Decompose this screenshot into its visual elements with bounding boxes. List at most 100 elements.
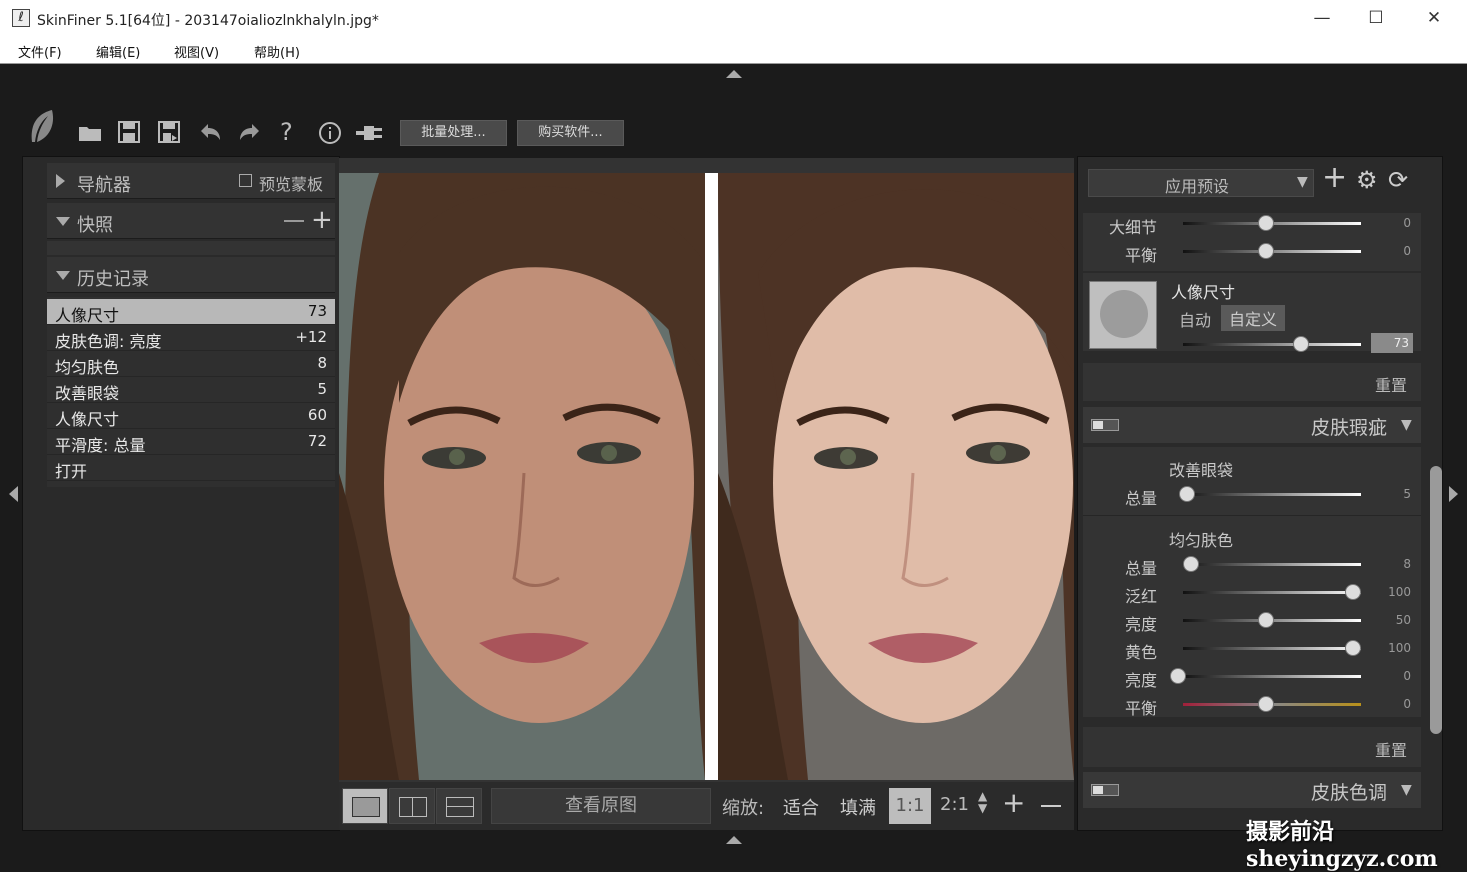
zoom-stepper-icon[interactable]: ▲ ▼ bbox=[978, 790, 987, 814]
portrait-size-knob[interactable] bbox=[1293, 336, 1309, 352]
menu-view[interactable]: 视图(V) bbox=[174, 42, 219, 61]
add-preset-icon[interactable]: + bbox=[1322, 163, 1347, 193]
brightness2-knob[interactable] bbox=[1170, 668, 1186, 684]
balance2-knob[interactable] bbox=[1258, 696, 1274, 712]
collapse-left-arrow-icon[interactable] bbox=[9, 486, 18, 502]
history-item[interactable]: 均匀肤色 8 bbox=[47, 351, 335, 377]
blemish-reset-row: 重置 bbox=[1083, 727, 1421, 767]
preview-mask-checkbox[interactable] bbox=[239, 174, 252, 187]
skin-blemish-title: 皮肤瑕疵 bbox=[1311, 417, 1388, 439]
right-panel-scrollbar[interactable] bbox=[1430, 466, 1442, 734]
brightness-knob[interactable] bbox=[1258, 612, 1274, 628]
eyebag-total-knob[interactable] bbox=[1179, 486, 1195, 502]
collapse-triangle-icon bbox=[56, 217, 70, 226]
view-original-button[interactable]: 查看原图 bbox=[491, 788, 711, 824]
preview-mask-label: 预览蒙板 bbox=[259, 175, 324, 194]
gear-icon[interactable]: ⚙ bbox=[1356, 167, 1378, 193]
window-title: SkinFiner 5.1[64位] - 203147oialiozlnkhal… bbox=[37, 13, 379, 29]
even-total-knob[interactable] bbox=[1183, 556, 1199, 572]
zoom-out-icon[interactable] bbox=[1041, 805, 1061, 807]
plugin-icon[interactable] bbox=[356, 124, 384, 146]
collapse-top-arrow-icon[interactable] bbox=[726, 70, 742, 78]
big-detail-label: 大细节 bbox=[1109, 218, 1158, 237]
history-item[interactable]: 人像尺寸 73 bbox=[47, 299, 335, 325]
refresh-icon[interactable]: ⟳ bbox=[1388, 167, 1408, 193]
logo-feather-icon bbox=[26, 108, 58, 146]
close-button[interactable]: ✕ bbox=[1414, 4, 1454, 32]
batch-process-button[interactable]: 批量处理... bbox=[400, 120, 507, 146]
remove-snapshot-icon[interactable] bbox=[284, 220, 304, 222]
even-total-track[interactable] bbox=[1183, 563, 1361, 566]
add-snapshot-icon[interactable]: + bbox=[311, 207, 333, 233]
reset-button[interactable]: 重置 bbox=[1375, 372, 1407, 396]
menu-edit[interactable]: 编辑(E) bbox=[96, 42, 140, 61]
snapshot-header[interactable]: 快照 + bbox=[47, 203, 335, 239]
balance-knob[interactable] bbox=[1258, 243, 1274, 259]
zoom-1-1-button[interactable]: 1:1 bbox=[889, 788, 931, 824]
zoom-2-1-button[interactable]: 2:1 bbox=[940, 794, 969, 815]
section-toggle[interactable] bbox=[1091, 784, 1119, 796]
zoom-in-icon[interactable]: + bbox=[1002, 786, 1025, 819]
custom-button[interactable]: 自定义 bbox=[1221, 305, 1286, 331]
snapshot-label: 快照 bbox=[77, 215, 113, 236]
reset-button[interactable]: 重置 bbox=[1375, 737, 1407, 761]
split-vertical-view-button[interactable] bbox=[389, 788, 435, 824]
portrait-thumbnail bbox=[1089, 281, 1157, 349]
menu-file[interactable]: 文件(F) bbox=[18, 42, 62, 61]
preset-dropdown[interactable]: 应用预设 ▼ bbox=[1088, 169, 1314, 197]
menu-bar: 文件(F) 编辑(E) 视图(V) 帮助(H) bbox=[0, 36, 1467, 64]
redness-track[interactable] bbox=[1183, 591, 1361, 594]
brightness2-track[interactable] bbox=[1183, 675, 1361, 678]
menu-help[interactable]: 帮助(H) bbox=[254, 42, 300, 61]
eyebag-total-track[interactable] bbox=[1183, 493, 1361, 496]
history-item[interactable]: 人像尺寸 60 bbox=[47, 403, 335, 429]
undo-icon[interactable] bbox=[198, 122, 222, 146]
single-view-button[interactable] bbox=[342, 788, 388, 824]
collapse-right-arrow-icon[interactable] bbox=[1449, 486, 1458, 502]
help-icon[interactable]: ? bbox=[280, 118, 293, 146]
open-folder-icon[interactable] bbox=[78, 122, 102, 146]
zoom-fill-button[interactable]: 填满 bbox=[840, 794, 876, 820]
portrait-size-value[interactable]: 73 bbox=[1371, 333, 1413, 353]
history-item[interactable]: 改善眼袋 5 bbox=[47, 377, 335, 403]
leaf-icon: ℓ bbox=[12, 9, 30, 27]
portrait-size-track[interactable] bbox=[1183, 343, 1361, 346]
yellow-knob[interactable] bbox=[1345, 640, 1361, 656]
section-toggle[interactable] bbox=[1091, 419, 1119, 431]
navigator-label: 导航器 bbox=[77, 175, 131, 196]
auto-button[interactable]: 自动 bbox=[1179, 307, 1211, 331]
eyebag-label: 改善眼袋 bbox=[1169, 461, 1234, 480]
info-icon[interactable] bbox=[318, 121, 342, 149]
even-total-value: 8 bbox=[1403, 557, 1411, 571]
save-as-icon[interactable] bbox=[158, 121, 180, 147]
skin-blemish-section: 改善眼袋 总量 5 均匀肤色 总量 8 泛红 100 亮度 50 黄色 100 … bbox=[1083, 447, 1421, 718]
navigator-header[interactable]: 导航器 预览蒙板 bbox=[47, 163, 335, 199]
title-bar: ℓ SkinFiner 5.1[64位] - 203147oialiozlnkh… bbox=[0, 0, 1467, 36]
split-horizontal-view-button[interactable] bbox=[436, 788, 482, 824]
split-divider[interactable] bbox=[705, 173, 718, 780]
maximize-button[interactable]: ☐ bbox=[1356, 4, 1396, 32]
buy-software-button[interactable]: 购买软件... bbox=[517, 120, 624, 146]
history-list: 人像尺寸 73 皮肤色调: 亮度 +12 均匀肤色 8 改善眼袋 5 人像尺寸 60 平滑… bbox=[47, 297, 335, 487]
save-icon[interactable] bbox=[118, 121, 140, 147]
portrait-reset-row: 重置 bbox=[1083, 363, 1421, 401]
history-item[interactable]: 皮肤色调: 亮度 +12 bbox=[47, 325, 335, 351]
yellow-track[interactable] bbox=[1183, 647, 1361, 650]
skin-blemish-header[interactable]: 皮肤瑕疵 ▼ bbox=[1083, 407, 1421, 443]
history-item[interactable]: 平滑度: 总量 72 bbox=[47, 429, 335, 455]
redo-icon[interactable] bbox=[238, 122, 262, 146]
history-item[interactable]: 打开 bbox=[47, 455, 335, 481]
brightness-value: 50 bbox=[1395, 613, 1411, 627]
redness-value: 100 bbox=[1388, 585, 1411, 599]
balance2-value: 0 bbox=[1403, 697, 1411, 711]
skin-tone-header[interactable]: 皮肤色调 ▼ bbox=[1083, 772, 1421, 808]
redness-knob[interactable] bbox=[1345, 584, 1361, 600]
collapse-bottom-arrow-icon[interactable] bbox=[726, 836, 742, 844]
zoom-fit-button[interactable]: 适合 bbox=[783, 794, 819, 820]
minimize-button[interactable]: — bbox=[1302, 4, 1342, 32]
brightness2-value: 0 bbox=[1403, 669, 1411, 683]
big-detail-knob[interactable] bbox=[1258, 215, 1274, 231]
collapse-triangle-icon bbox=[56, 271, 70, 280]
history-header[interactable]: 历史记录 bbox=[47, 257, 335, 293]
snapshot-list bbox=[47, 241, 335, 255]
